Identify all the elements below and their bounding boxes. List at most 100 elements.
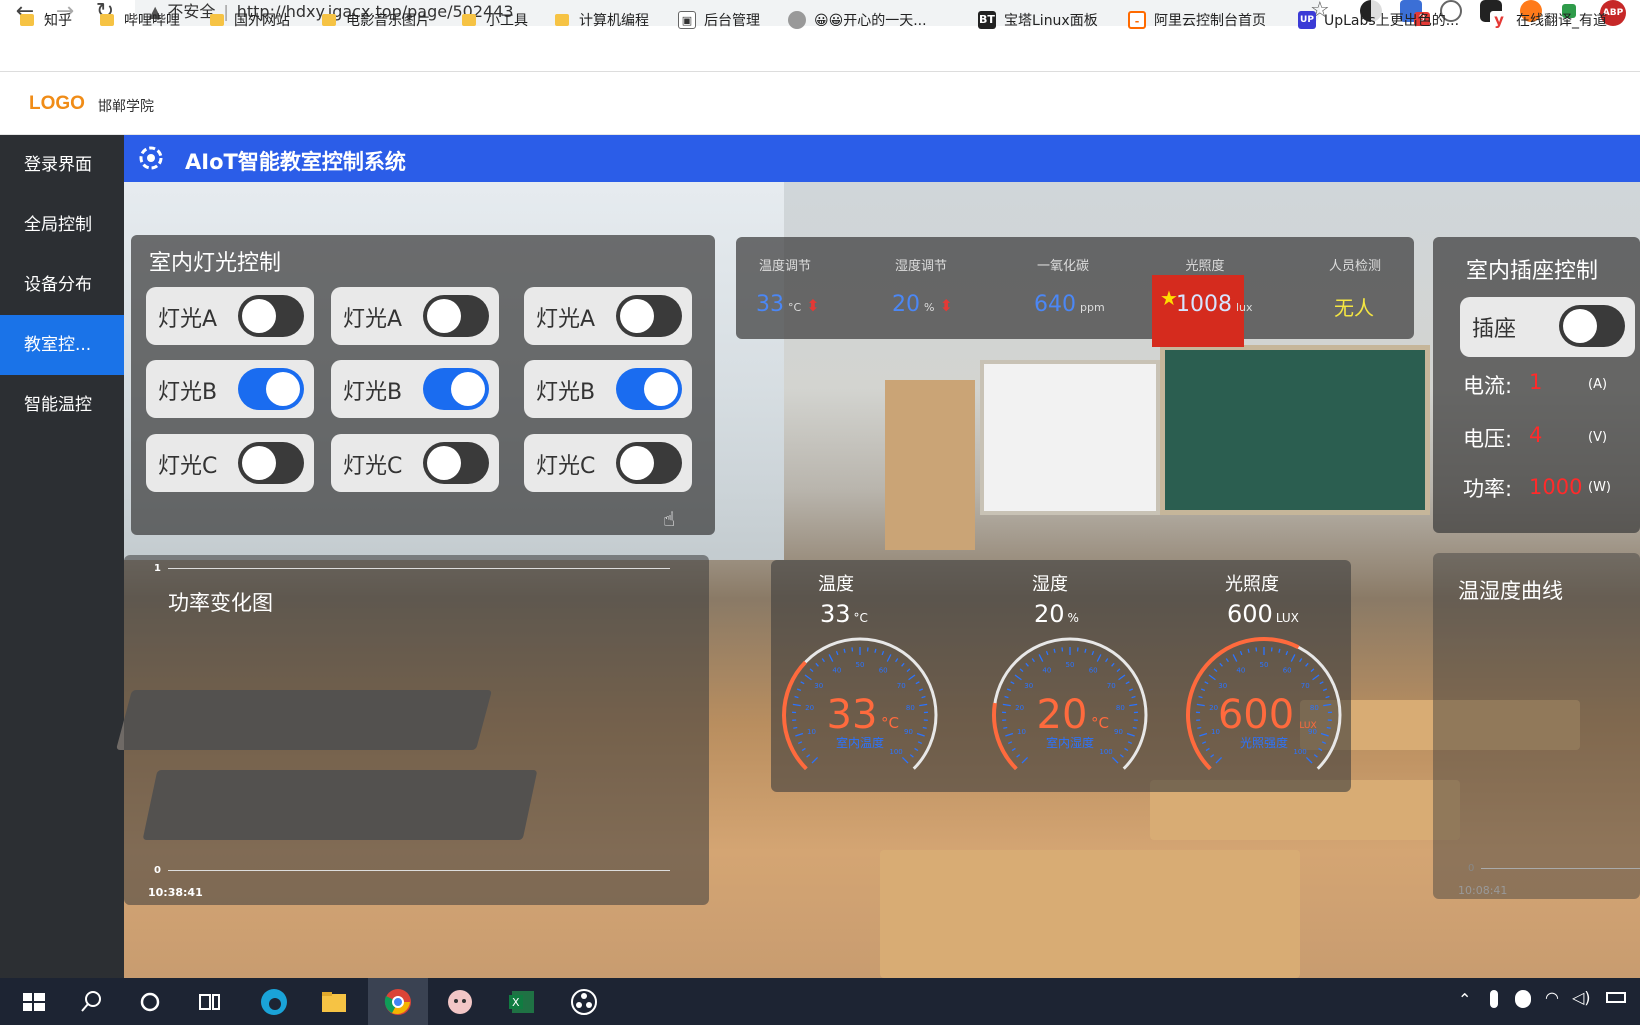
gauge-tick [919,703,928,707]
light-switch[interactable] [238,442,304,484]
light-switch[interactable] [423,295,489,337]
gauge-dial: 10 20 30 40 50 60 70 80 90 100 33 °C 室内温度 [782,637,938,771]
light-toggle-label: 灯光C [536,454,596,479]
light-toggle-card[interactable]: 灯光A [524,287,692,345]
school-name: 邯郸学院 [98,99,154,115]
bookmark-item[interactable]: 计算机编程 [555,8,649,32]
gauge-tick [1305,662,1309,667]
gauge-tick-label: 60 [1089,667,1098,675]
cortana-icon[interactable] [134,986,166,1018]
gauge-tick [901,662,905,667]
gauge-tick [1096,654,1102,662]
curve-axis-bottom-label: 0 [1468,863,1475,874]
chevron-up-icon[interactable]: ⌃ [1458,990,1471,1009]
light-toggle-card[interactable]: 灯光C [524,434,692,492]
adjust-arrows-icon[interactable]: ⬍ [934,296,953,315]
windows-start-icon[interactable] [18,986,50,1018]
light-toggle-card[interactable]: 灯光C [146,434,314,492]
light-switch[interactable] [616,368,682,410]
task-view-icon[interactable] [194,986,226,1018]
bookmark-item[interactable]: 电影音乐图片 [322,8,430,32]
gauge-tick [1005,732,1014,737]
gauge-tick [1091,650,1095,656]
gauge-tick-label: 30 [1218,682,1227,690]
gauge-tick [1305,756,1313,764]
bookmark-item[interactable]: 知乎 [20,8,72,32]
volume-icon[interactable]: ◁) [1572,988,1591,1007]
power-chart-panel: 1 功率变化图 0 10:38:41 [124,555,709,905]
power-value: 1000 [1529,475,1583,499]
light-switch[interactable] [238,295,304,337]
bookmark-item[interactable]: BT 宝塔Linux面板 [978,8,1098,32]
edge-browser-icon[interactable] [258,986,290,1018]
socket-switch[interactable] [1559,305,1625,347]
light-toggle-card[interactable]: 灯光C [331,434,499,492]
bookmark-item[interactable]: ▣ 后台管理 [678,8,760,32]
gauge-tick [821,658,825,663]
bookmark-item[interactable]: UP UpLabs上更出色的... [1298,8,1459,32]
gauge-tick [886,654,892,662]
sidebar-item-classroom-control[interactable]: 教室控... [0,315,124,375]
logo[interactable]: LOGO [29,93,85,115]
obs-icon[interactable] [568,986,600,1018]
light-switch[interactable] [238,368,304,410]
folder-icon [462,14,476,26]
light-switch[interactable] [616,442,682,484]
current-unit: (A) [1588,377,1608,392]
sidebar-item-login[interactable]: 登录界面 [0,135,124,195]
power-gridline-top [168,568,670,569]
light-switch[interactable] [423,442,489,484]
anime-app-icon[interactable] [444,986,476,1018]
switch-knob [620,446,654,480]
bookmark-item[interactable]: 哔哩哔哩 [100,8,180,32]
search-icon[interactable] [76,986,108,1018]
adjust-arrows-icon[interactable]: ⬍ [801,296,819,315]
gauge-tick [811,756,819,764]
light-switch[interactable] [423,368,489,410]
background-whiteboard [980,360,1160,515]
env-label: 光照度 [1185,259,1225,274]
excel-icon[interactable]: X [506,986,538,1018]
gauge-tick [1299,658,1303,663]
file-explorer-icon[interactable] [318,986,350,1018]
gauge-tick [1004,695,1009,699]
light-toggle-card[interactable]: 灯光B [524,360,692,418]
bookmark-item[interactable]: 国外网站 [210,8,290,32]
gauge-tick [795,732,804,737]
youdao-icon: y [1490,11,1508,29]
light-switch[interactable] [616,295,682,337]
sidebar-item-smart-temperature[interactable]: 智能温控 [0,375,124,435]
bookmark-label: 知乎 [44,13,72,29]
socket-toggle-card[interactable]: 插座 [1460,297,1635,357]
gauge-tick [835,650,839,656]
gauge-tick-label: 60 [879,667,888,675]
light-toggle-card[interactable]: 灯光A [331,287,499,345]
gauge-tick [1215,756,1223,764]
bookmark-label: 国外网站 [234,13,290,29]
bookmark-item[interactable]: 😀😀开心的一天... [788,8,927,32]
gauge-tick [806,754,811,758]
folder-icon [322,14,336,26]
gauge-tick [1326,726,1331,729]
battery-icon[interactable] [1606,992,1626,1003]
sidebar-item-device-distribution[interactable]: 设备分布 [0,255,124,315]
light-toggle-label: 灯光B [158,380,218,405]
gauge-tick [1232,654,1238,662]
chrome-icon[interactable] [382,986,414,1018]
qq-icon[interactable] [1515,990,1531,1008]
sidebar-item-global-control[interactable]: 全局控制 [0,195,124,255]
env-value: 640 ppm [1034,292,1105,317]
light-toggle-card[interactable]: 灯光B [146,360,314,418]
light-toggle-card[interactable]: 灯光B [331,360,499,418]
microphone-icon[interactable] [1490,990,1498,1008]
bookmark-item[interactable]: y 在线翻译_有道 [1490,8,1607,32]
light-toggle-card[interactable]: 灯光A [146,287,314,345]
light-toggle-label: 灯光B [536,380,596,405]
gauge-tick [1131,695,1136,699]
mouse-cursor-icon: ☝ [663,507,676,531]
bookmark-item[interactable]: - 阿里云控制台首页 [1128,8,1266,32]
gauge-readout-unit: LUX [1275,611,1299,625]
bookmark-item[interactable]: 小工具 [462,8,528,32]
gauge-header: 湿度 [1032,574,1068,595]
wifi-icon[interactable]: ◠ [1545,988,1559,1007]
